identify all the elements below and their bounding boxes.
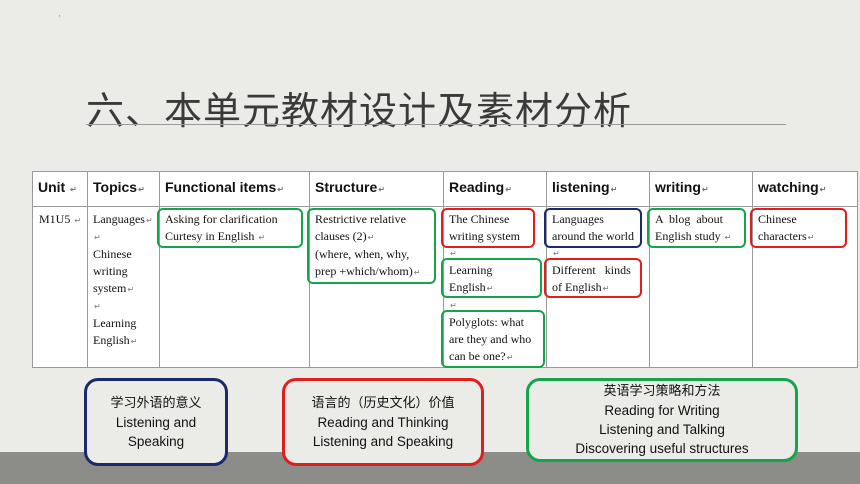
slide: · 六、本单元教材设计及素材分析 Unit ↵ Topics↵ Function…	[0, 0, 860, 484]
cell-listening: Languages around the world ↵ Different k…	[544, 206, 650, 368]
cell-reading: The Chinese writing system ↵ Learning En…	[441, 206, 547, 368]
header-topics: Topics↵	[87, 171, 160, 207]
header-unit: Unit ↵	[32, 171, 88, 207]
header-structure: Structure↵	[309, 171, 444, 207]
title-underline	[86, 124, 786, 125]
header-functional-items: Functional items↵	[159, 171, 310, 207]
slide-title: 六、本单元教材设计及素材分析	[86, 89, 633, 133]
header-watching: watching↵	[752, 171, 858, 207]
cell-unit: M1U5 ↵	[32, 206, 88, 368]
header-writing: writing↵	[649, 171, 753, 207]
unit-table: Unit ↵ Topics↵ Functional items↵ Structu…	[32, 171, 858, 368]
cell-writing: A blog about English study ↵	[647, 206, 753, 368]
summary-box-strategies: 英语学习策略和方法 Reading for Writing Listening …	[526, 378, 798, 462]
header-listening: listening↵	[546, 171, 650, 207]
summary-box-meaning: 学习外语的意义 Listening and Speaking	[84, 378, 228, 466]
table-row: M1U5 ↵ Languages↵ ↵ Chinese writing syst…	[32, 206, 858, 368]
header-reading: Reading↵	[443, 171, 547, 207]
corner-mark: ·	[58, 12, 61, 22]
table-header-row: Unit ↵ Topics↵ Functional items↵ Structu…	[32, 171, 858, 207]
summary-box-value: 语言的（历史文化）价值 Reading and Thinking Listeni…	[282, 378, 484, 466]
cell-watching: Chinese characters↵	[750, 206, 858, 368]
cell-functional-items: Asking for clarification Curtesy in Engl…	[157, 206, 310, 368]
cell-structure: Restrictive relative clauses (2)↵ (where…	[307, 206, 444, 368]
cell-topics: Languages↵ ↵ Chinese writing system↵ ↵ L…	[87, 206, 160, 368]
